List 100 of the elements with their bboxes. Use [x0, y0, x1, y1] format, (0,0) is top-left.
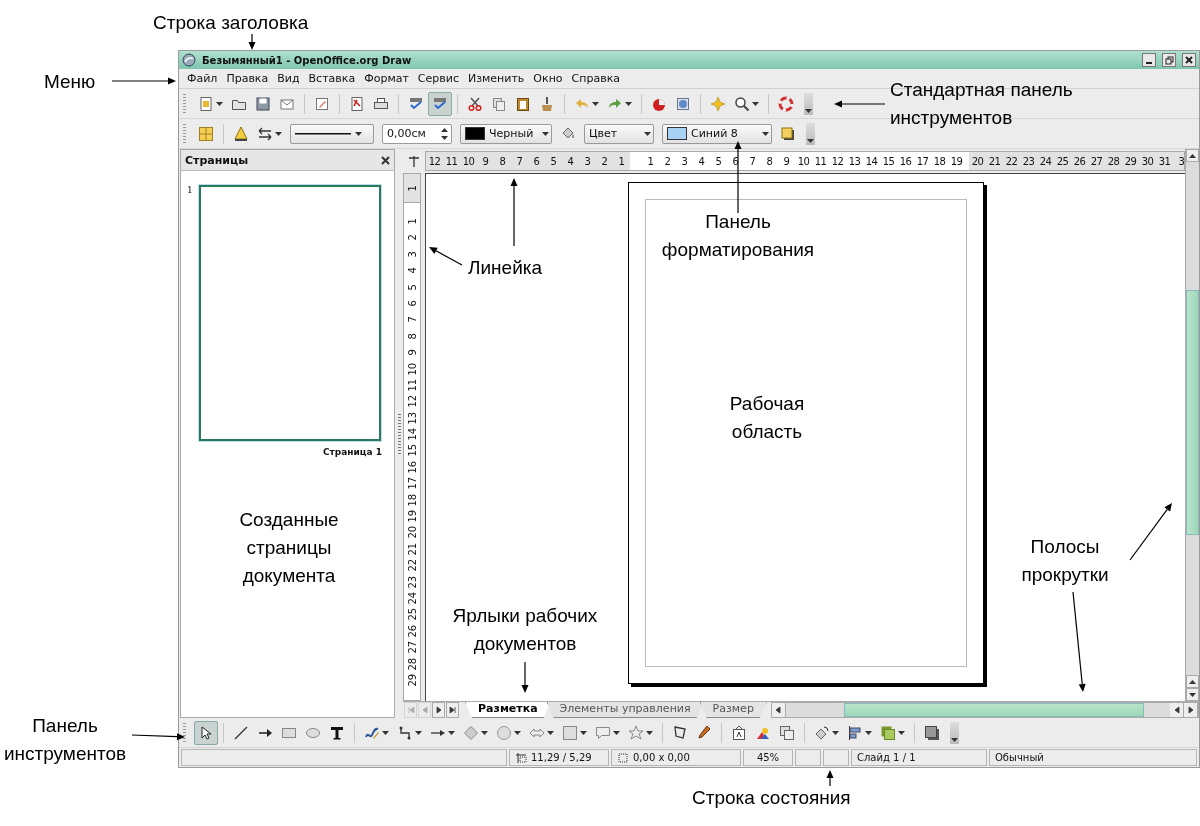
vertical-scrollbar[interactable] [1185, 149, 1199, 701]
caret-icon [275, 131, 282, 136]
ruler-label: 26 [405, 624, 419, 638]
ruler-label: 21 [405, 542, 419, 556]
layout-tab[interactable]: Элементы управления [546, 702, 704, 718]
menu-item[interactable]: Вид [277, 72, 300, 85]
layout-tab[interactable]: Размер [699, 702, 767, 718]
scroll-right-button[interactable] [1184, 703, 1198, 717]
layout-tab[interactable]: Разметка [465, 702, 551, 718]
horizontal-scrollbar[interactable] [770, 702, 1199, 718]
size-field: 0,00 x 0,00 [611, 749, 741, 766]
callout-label: Меню [44, 70, 97, 94]
splitter-handle[interactable] [397, 413, 401, 454]
ruler-label: 3 [583, 155, 592, 167]
caret-icon [592, 101, 599, 106]
line-style-dropdown[interactable] [290, 123, 374, 144]
ruler-label: 11 [405, 378, 419, 392]
minimize-button[interactable] [1142, 53, 1156, 67]
menu-item[interactable]: Файл [187, 72, 218, 85]
ruler-label: 8 [498, 155, 507, 167]
caret-icon [481, 730, 488, 735]
pen-icon [696, 724, 712, 741]
clipboard-icon [515, 95, 531, 112]
menu-item[interactable]: Окно [533, 72, 563, 85]
window-title: Безымянный1 - OpenOffice.org Draw [202, 54, 413, 66]
caret-icon [625, 101, 632, 106]
ruler-label: 29 [405, 673, 419, 687]
restore-button[interactable] [1162, 53, 1176, 67]
toolbar-overflow-button[interactable] [950, 721, 959, 744]
toolbar-grip[interactable] [183, 93, 186, 114]
scrollbar-thumb[interactable] [843, 703, 1144, 717]
scroll-down-button[interactable] [1186, 688, 1199, 701]
ruler-label: 4 [405, 267, 419, 274]
nav-arrow-icon [774, 706, 783, 714]
ruler-label: 22 [405, 559, 419, 572]
callout-label: Линейка [468, 256, 544, 280]
caret-icon [807, 138, 814, 143]
color-dropdown[interactable]: Черный [460, 123, 552, 144]
ruler-label: 23 [405, 575, 419, 589]
status-field [795, 749, 821, 766]
callout-arrow [248, 33, 256, 50]
rotate-icon [814, 724, 830, 741]
copy-icon [491, 95, 507, 112]
ruler-label: 30 [1140, 155, 1155, 167]
callout-label: Полосы прокрутки [1020, 535, 1110, 587]
ruler-label: 8 [405, 332, 419, 340]
zoom-field[interactable]: 45% [743, 749, 793, 766]
close-icon [1185, 56, 1193, 64]
grid-icon [198, 125, 214, 142]
ruler-label: 12 [427, 155, 442, 167]
menu-item[interactable]: Справка [571, 72, 621, 85]
tab-stop-icon[interactable] [408, 155, 420, 167]
scroll-up-button[interactable] [1186, 675, 1199, 688]
menu-item[interactable]: Сервис [417, 72, 459, 85]
panel-title: Страницы [185, 153, 249, 167]
caret-icon [613, 730, 620, 735]
ruler-label: 1 [405, 184, 419, 192]
caret-icon [448, 730, 455, 735]
tab-nav-button[interactable] [446, 702, 459, 718]
ruler-label: 14 [405, 427, 419, 441]
toolbar-button[interactable] [194, 720, 218, 745]
spellcheck-icon [432, 95, 448, 112]
toolbar-grip[interactable] [183, 722, 186, 743]
ruler-label: 27 [1089, 155, 1104, 167]
caret-icon [216, 101, 223, 106]
menu-item[interactable]: Вставка [308, 72, 356, 85]
caret-icon [355, 131, 362, 136]
menu-item[interactable]: Правка [226, 72, 269, 85]
toolbar-overflow-button[interactable] [804, 92, 813, 115]
page-thumbnail[interactable] [198, 185, 381, 441]
page-number: 1 [187, 185, 193, 195]
arrows-icon [257, 125, 273, 142]
close-button[interactable] [1182, 53, 1196, 67]
menu-item[interactable]: Изменить [467, 72, 525, 85]
ruler-label: 16 [898, 155, 913, 167]
toolbar-overflow-button[interactable] [806, 122, 815, 145]
ruler-label: 25 [405, 608, 419, 621]
toolbar-grip[interactable] [183, 123, 186, 144]
menu-item[interactable]: Формат [364, 72, 409, 85]
ruler-label: 5 [714, 155, 723, 167]
ruler-label: 4 [566, 155, 575, 167]
layers-icon [880, 724, 896, 741]
brush-icon [539, 95, 555, 112]
ruler-label: 9 [481, 155, 490, 167]
scroll-up-button[interactable] [1186, 149, 1199, 162]
color-dropdown[interactable]: Синий 8 [662, 123, 772, 144]
ruler-label: 6 [532, 155, 541, 167]
ruler-label: 1 [646, 155, 655, 167]
tab-nav-button[interactable] [432, 702, 445, 718]
scroll-left-button[interactable] [771, 703, 786, 717]
ruler-label: 6 [405, 299, 419, 307]
callout-label: Созданные страницы документа [238, 508, 340, 588]
new-document-icon [198, 95, 214, 112]
caret-icon [752, 101, 759, 106]
scrollbar-thumb[interactable] [1186, 290, 1199, 535]
area-style-dropdown[interactable]: Цвет [584, 123, 654, 144]
diamond-icon [463, 724, 479, 741]
line-width-field[interactable]: 0,00см [382, 123, 452, 144]
close-icon[interactable] [381, 155, 390, 165]
scroll-left-button[interactable] [1170, 703, 1184, 717]
